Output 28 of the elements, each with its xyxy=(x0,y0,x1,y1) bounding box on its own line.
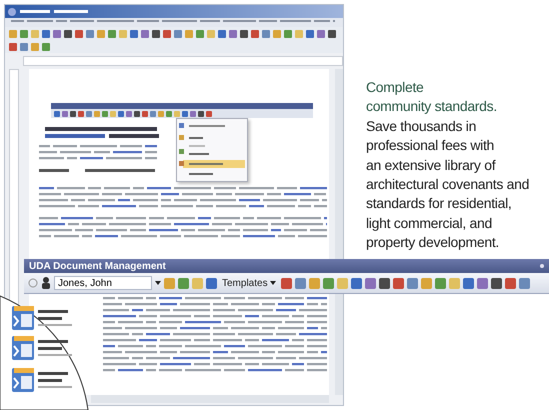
promo-heading: Complete community standards. xyxy=(366,78,498,116)
document-file-icon[interactable] xyxy=(12,306,34,330)
document-file-icon[interactable] xyxy=(12,368,34,392)
toolbar-icon[interactable] xyxy=(392,278,404,288)
toolbar-title: UDA Document Management xyxy=(29,260,166,272)
person-icon[interactable] xyxy=(41,277,51,289)
toolbar-icon[interactable] xyxy=(206,278,217,288)
app-icon xyxy=(8,8,16,16)
blurred-file-label-drawing xyxy=(38,310,72,326)
user-name-field[interactable]: Jones, John xyxy=(54,276,152,290)
templates-button[interactable]: Templates xyxy=(220,275,278,291)
horizontal-scrollbar[interactable] xyxy=(91,395,329,403)
caret-icon[interactable] xyxy=(155,280,161,286)
dot-icon xyxy=(540,264,544,268)
document-file-icon[interactable] xyxy=(12,336,34,360)
toolbar-icon[interactable] xyxy=(378,278,390,288)
toolbar-icon[interactable] xyxy=(490,278,502,288)
blurred-title-drawing xyxy=(20,10,90,14)
caret-icon xyxy=(270,280,276,286)
blurred-file-label-drawing xyxy=(38,340,72,356)
toolbar-icon[interactable] xyxy=(350,278,362,288)
toolbar-icon[interactable] xyxy=(504,278,516,288)
toolbar-icon[interactable] xyxy=(364,278,376,288)
toolbar-icon[interactable] xyxy=(476,278,488,288)
promo-paragraph: Save thousands in professional fees with an extensive library of architectural covenants and standards for residential, light commercial, and property development. xyxy=(366,116,530,252)
blurred-file-label-drawing xyxy=(38,372,72,388)
toolbar-icon[interactable] xyxy=(280,278,292,288)
toolbar-icon[interactable] xyxy=(462,278,474,288)
